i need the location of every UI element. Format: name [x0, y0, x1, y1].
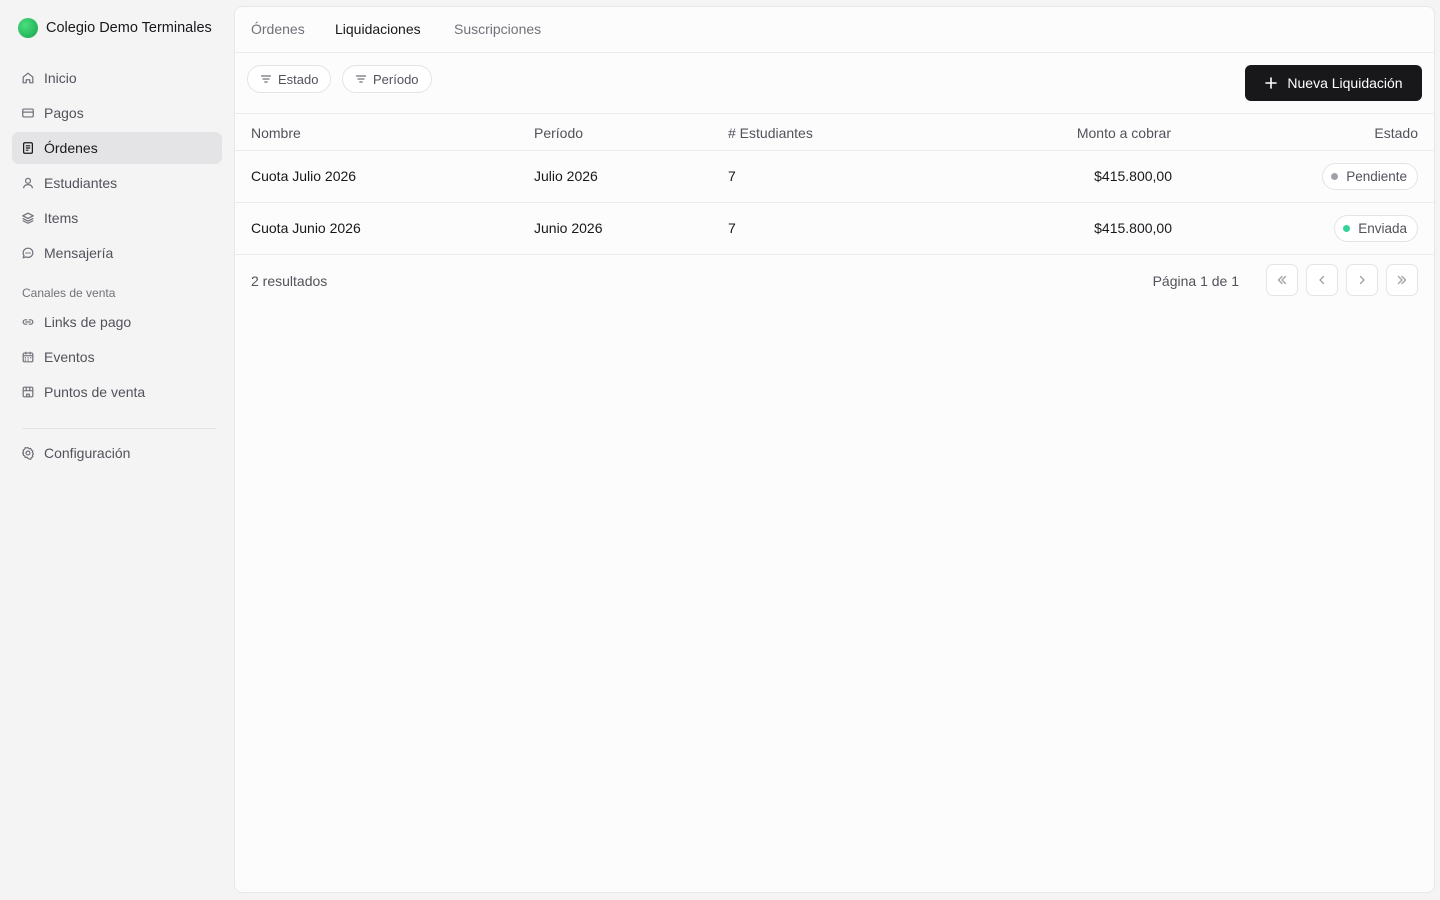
cell-estudiantes: 7	[728, 168, 736, 184]
sidebar-item-estudiantes[interactable]: Estudiantes	[12, 167, 222, 199]
filter-label: Estado	[278, 71, 319, 87]
cell-periodo: Junio 2026	[534, 220, 603, 236]
status-label: Pendiente	[1346, 169, 1407, 184]
sidebar-item-label: Órdenes	[44, 140, 98, 156]
status-badge: Enviada	[1334, 215, 1418, 242]
sidebar-item-inicio[interactable]: Inicio	[12, 62, 222, 94]
sidebar-item-mensajeria[interactable]: Mensajería	[12, 237, 222, 269]
filter-icon	[355, 75, 367, 83]
results-count: 2 resultados	[251, 273, 328, 289]
column-header-periodo[interactable]: Período	[534, 125, 583, 141]
plus-icon	[1265, 77, 1278, 89]
tab-ordenes[interactable]: Órdenes	[251, 21, 305, 37]
message-icon	[21, 246, 35, 260]
tab-liquidaciones[interactable]: Liquidaciones	[335, 21, 421, 37]
store-icon	[21, 385, 35, 399]
main-panel: Órdenes Liquidaciones Suscripciones Esta…	[234, 6, 1435, 893]
column-header-estado[interactable]: Estado	[1374, 125, 1418, 141]
sidebar-item-label: Estudiantes	[44, 175, 118, 191]
filter-label: Período	[373, 71, 419, 87]
chevrons-left-icon	[1277, 275, 1287, 285]
sidebar-item-eventos[interactable]: Eventos	[12, 341, 222, 373]
cell-estudiantes: 7	[728, 220, 736, 236]
sidebar-item-label: Eventos	[44, 349, 95, 365]
status-dot-icon	[1331, 173, 1339, 180]
sidebar-item-ordenes[interactable]: Órdenes	[12, 132, 222, 164]
app-root: Colegio Demo Terminales Inicio Pagos Órd…	[0, 0, 1440, 900]
button-label: Nueva Liquidación	[1287, 75, 1403, 91]
previous-page-button[interactable]	[1306, 264, 1338, 296]
sidebar-item-label: Items	[44, 210, 79, 226]
column-header-nombre[interactable]: Nombre	[251, 125, 301, 141]
link-icon	[21, 315, 35, 329]
table-row[interactable]: Cuota Julio 2026 Julio 2026 7 $415.800,0…	[235, 151, 1434, 203]
last-page-button[interactable]	[1386, 264, 1418, 296]
document-icon	[21, 141, 35, 155]
chevron-right-icon	[1359, 275, 1365, 285]
status-label: Enviada	[1358, 221, 1407, 236]
tab-suscripciones[interactable]: Suscripciones	[454, 21, 541, 37]
sidebar-item-label: Links de pago	[44, 314, 132, 330]
sidebar-item-label: Inicio	[44, 70, 77, 86]
column-header-monto[interactable]: Monto a cobrar	[1077, 125, 1171, 141]
table-row[interactable]: Cuota Junio 2026 Junio 2026 7 $415.800,0…	[235, 203, 1434, 255]
column-header-estudiantes[interactable]: # Estudiantes	[728, 125, 813, 141]
liquidaciones-table: Nombre Período # Estudiantes Monto a cob…	[235, 113, 1434, 255]
sidebar-divider	[22, 428, 216, 429]
sidebar-item-puntos-de-venta[interactable]: Puntos de venta	[12, 376, 222, 408]
cell-monto: $415.800,00	[1094, 220, 1172, 236]
layers-icon	[21, 211, 35, 225]
workspace-switcher[interactable]: Colegio Demo Terminales	[18, 18, 212, 38]
status-badge: Pendiente	[1322, 163, 1418, 190]
cell-nombre: Cuota Julio 2026	[251, 168, 357, 184]
filter-icon	[260, 75, 272, 83]
user-icon	[21, 176, 35, 190]
credit-card-icon	[21, 106, 35, 120]
new-liquidacion-button[interactable]: Nueva Liquidación	[1245, 65, 1422, 101]
chevrons-right-icon	[1397, 275, 1407, 285]
gear-icon	[21, 446, 35, 460]
next-page-button[interactable]	[1346, 264, 1378, 296]
table-header: Nombre Período # Estudiantes Monto a cob…	[235, 113, 1434, 151]
sidebar-item-label: Mensajería	[44, 245, 114, 261]
sidebar-item-label: Configuración	[44, 445, 131, 461]
sidebar-item-links-de-pago[interactable]: Links de pago	[12, 306, 222, 338]
brand-logo-icon	[18, 18, 38, 38]
cell-periodo: Julio 2026	[534, 168, 598, 184]
chevron-left-icon	[1319, 275, 1325, 285]
sidebar-item-items[interactable]: Items	[12, 202, 222, 234]
first-page-button[interactable]	[1266, 264, 1298, 296]
sidebar-item-configuracion[interactable]: Configuración	[12, 437, 222, 469]
sidebar-item-label: Puntos de venta	[44, 384, 146, 400]
home-icon	[21, 71, 35, 85]
sidebar-item-label: Pagos	[44, 105, 84, 121]
workspace-name: Colegio Demo Terminales	[46, 20, 212, 36]
sidebar-section-label: Canales de venta	[22, 286, 116, 300]
page-info: Página 1 de 1	[1152, 273, 1239, 289]
status-dot-icon	[1343, 225, 1351, 232]
filter-periodo-button[interactable]: Período	[342, 65, 432, 93]
sidebar-item-pagos[interactable]: Pagos	[12, 97, 222, 129]
sidebar: Colegio Demo Terminales Inicio Pagos Órd…	[0, 0, 234, 900]
calendar-icon	[21, 350, 35, 364]
cell-monto: $415.800,00	[1094, 168, 1172, 184]
tab-bar: Órdenes Liquidaciones Suscripciones	[235, 7, 1434, 53]
filter-estado-button[interactable]: Estado	[247, 65, 332, 93]
cell-nombre: Cuota Junio 2026	[251, 220, 361, 236]
